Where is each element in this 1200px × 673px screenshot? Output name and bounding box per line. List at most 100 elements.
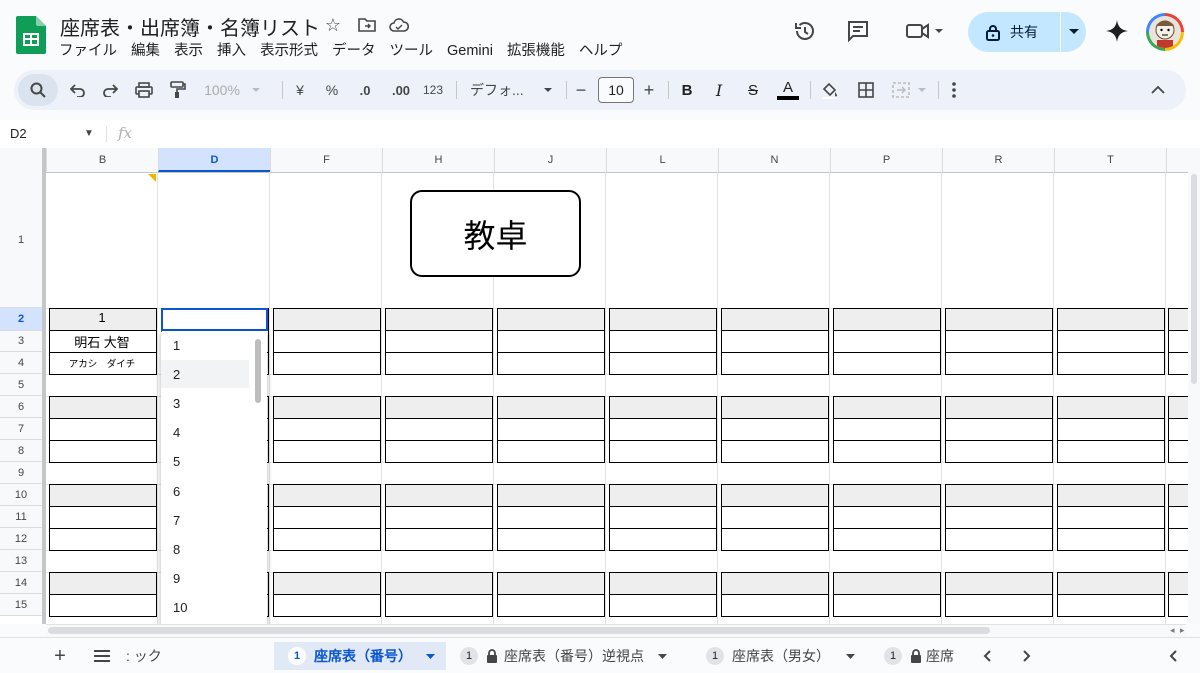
seat-cell[interactable] bbox=[833, 484, 941, 507]
decrease-decimal-button[interactable]: .0 bbox=[352, 78, 378, 102]
seat-cell[interactable] bbox=[273, 352, 381, 375]
sheet-tab-seating-number[interactable]: 1 座席表（番号） bbox=[274, 642, 446, 670]
seat-cell[interactable] bbox=[273, 440, 381, 463]
menu-data[interactable]: データ bbox=[325, 40, 383, 62]
seat-cell[interactable] bbox=[721, 396, 829, 419]
seat-cell[interactable] bbox=[609, 528, 717, 551]
scroll-tabs-right-icon[interactable] bbox=[1018, 642, 1036, 670]
seat-cell[interactable] bbox=[609, 352, 717, 375]
horizontal-scrollbar-thumb[interactable] bbox=[48, 627, 990, 634]
seat-cell[interactable] bbox=[609, 594, 717, 617]
fill-color-icon[interactable] bbox=[820, 78, 840, 102]
dropdown-option[interactable]: 6 bbox=[161, 477, 249, 505]
comment-icon[interactable] bbox=[843, 16, 873, 46]
dropdown-option[interactable]: 5 bbox=[161, 448, 249, 476]
column-header-j[interactable]: J bbox=[494, 148, 606, 172]
collapse-toolbar-icon[interactable] bbox=[1148, 78, 1168, 102]
seat-cell[interactable] bbox=[945, 594, 1053, 617]
column-header-f[interactable]: F bbox=[270, 148, 382, 172]
seat-cell[interactable] bbox=[721, 484, 829, 507]
student-kana[interactable]: アカシ ダイチ bbox=[50, 356, 154, 370]
scroll-tabs-left-icon[interactable] bbox=[978, 642, 996, 670]
seat-cell[interactable] bbox=[833, 594, 941, 617]
row-header-14[interactable]: 14 bbox=[0, 572, 42, 594]
seat-cell[interactable] bbox=[273, 572, 381, 595]
seat-cell[interactable] bbox=[833, 330, 941, 353]
seat-cell[interactable] bbox=[1057, 308, 1165, 331]
avatar[interactable] bbox=[1146, 13, 1184, 51]
menu-edit[interactable]: 編集 bbox=[124, 40, 167, 62]
seat-cell[interactable] bbox=[273, 528, 381, 551]
column-header-l[interactable]: L bbox=[606, 148, 718, 172]
seat-cell[interactable] bbox=[721, 308, 829, 331]
seat-cell[interactable] bbox=[497, 484, 605, 507]
seat-cell[interactable] bbox=[1057, 484, 1165, 507]
seat-cell[interactable] bbox=[945, 572, 1053, 595]
sheets-logo-icon[interactable] bbox=[16, 16, 46, 54]
column-header-t[interactable]: T bbox=[1054, 148, 1166, 172]
row-header-6[interactable]: 6 bbox=[0, 396, 42, 418]
seat-cell[interactable] bbox=[1057, 594, 1165, 617]
seat-cell[interactable] bbox=[49, 572, 157, 595]
seat-cell[interactable] bbox=[273, 506, 381, 529]
row-header-9[interactable]: 9 bbox=[0, 462, 42, 484]
seat-cell[interactable] bbox=[385, 484, 493, 507]
font-size-input[interactable]: 10 bbox=[598, 77, 634, 103]
borders-icon[interactable] bbox=[856, 78, 876, 102]
seat-cell[interactable] bbox=[833, 352, 941, 375]
seat-cell[interactable] bbox=[1057, 528, 1165, 551]
seat-cell[interactable] bbox=[385, 506, 493, 529]
undo-icon[interactable] bbox=[66, 78, 90, 102]
seat-cell[interactable] bbox=[945, 352, 1053, 375]
dropdown-scrollbar[interactable] bbox=[255, 339, 261, 403]
star-icon[interactable]: ☆ bbox=[322, 14, 344, 36]
seat-cell[interactable] bbox=[385, 308, 493, 331]
seat-cell[interactable] bbox=[945, 528, 1053, 551]
select-all-corner[interactable] bbox=[0, 148, 46, 172]
column-header-partial[interactable] bbox=[1166, 148, 1200, 172]
column-header-r[interactable]: R bbox=[942, 148, 1054, 172]
seat-cell[interactable] bbox=[497, 418, 605, 441]
seat-cell[interactable] bbox=[49, 528, 157, 551]
paint-format-icon[interactable] bbox=[166, 78, 190, 102]
merge-cells-icon[interactable] bbox=[890, 78, 930, 102]
seat-cell[interactable] bbox=[721, 594, 829, 617]
seat-cell[interactable] bbox=[833, 440, 941, 463]
sheet-tab-seating-partial[interactable]: 1 座席 bbox=[884, 642, 964, 670]
seat-cell[interactable] bbox=[721, 418, 829, 441]
seat-cell[interactable] bbox=[721, 440, 829, 463]
row-header-4[interactable]: 4 bbox=[0, 352, 42, 374]
format-percent-button[interactable]: % bbox=[322, 78, 342, 102]
menu-format[interactable]: 表示形式 bbox=[253, 40, 325, 62]
seat-cell[interactable] bbox=[1057, 418, 1165, 441]
meet-icon[interactable] bbox=[900, 16, 948, 46]
bold-button[interactable]: B bbox=[678, 78, 696, 102]
seat-cell[interactable] bbox=[833, 308, 941, 331]
redo-icon[interactable] bbox=[98, 78, 122, 102]
horizontal-scrollbar[interactable]: ◂ ▸ bbox=[46, 624, 1186, 637]
seat-cell[interactable] bbox=[721, 330, 829, 353]
seat-cell[interactable] bbox=[945, 506, 1053, 529]
sheet-tab-partial[interactable]: : ック bbox=[126, 642, 164, 670]
column-header-d[interactable]: D bbox=[158, 148, 270, 172]
name-box-dropdown-icon[interactable]: ▼ bbox=[84, 128, 94, 139]
seat-cell[interactable] bbox=[609, 506, 717, 529]
zoom-select[interactable]: 100% bbox=[200, 78, 264, 102]
seat-cell[interactable] bbox=[609, 484, 717, 507]
italic-button[interactable]: I bbox=[710, 78, 728, 102]
share-button[interactable]: 共有 bbox=[968, 12, 1086, 52]
font-size-decrease-button[interactable]: − bbox=[572, 78, 590, 102]
font-family-select[interactable]: デフォ... bbox=[470, 78, 552, 102]
strikethrough-button[interactable]: S bbox=[744, 78, 762, 102]
dropdown-option[interactable]: 1 bbox=[161, 331, 249, 359]
seat-cell[interactable] bbox=[385, 352, 493, 375]
sheet-tab-seating-number-reverse[interactable]: 1 座席表（番号）逆視点 bbox=[460, 642, 688, 670]
seat-cell[interactable] bbox=[721, 528, 829, 551]
seat-cell[interactable] bbox=[497, 594, 605, 617]
seat-cell[interactable] bbox=[721, 572, 829, 595]
add-sheet-button[interactable]: + bbox=[50, 642, 70, 670]
teacher-desk-label[interactable]: 教卓 bbox=[410, 190, 581, 277]
gemini-icon[interactable] bbox=[1102, 16, 1132, 46]
seat-cell[interactable] bbox=[945, 440, 1053, 463]
seat-cell[interactable] bbox=[273, 484, 381, 507]
